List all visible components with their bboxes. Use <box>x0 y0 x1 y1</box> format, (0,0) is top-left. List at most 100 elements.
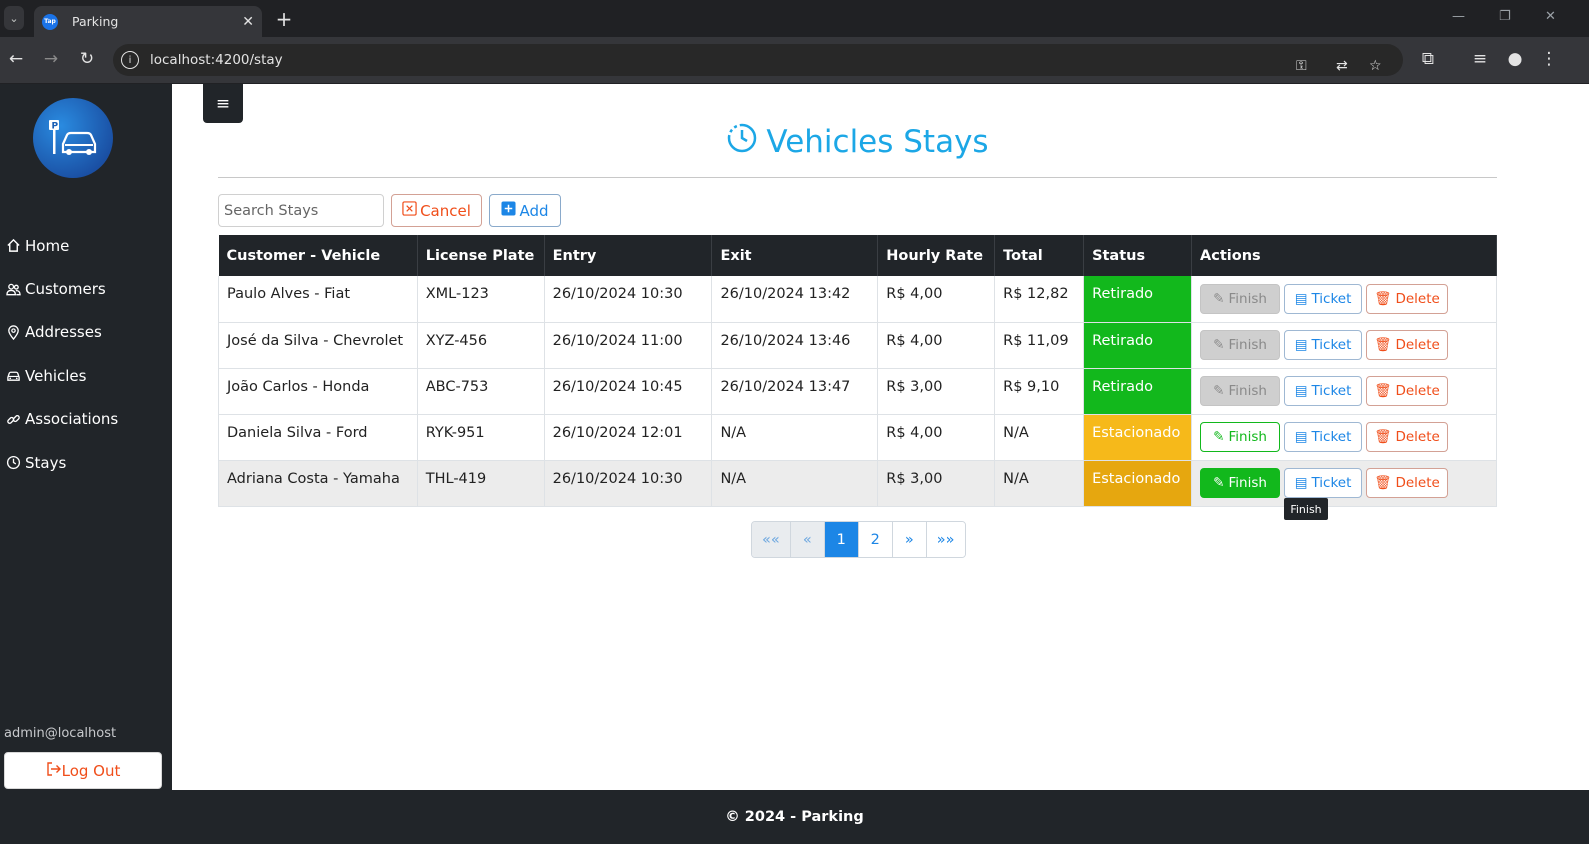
column-header[interactable]: Exit <box>711 235 879 276</box>
total-cell: R$ 11,09 <box>994 322 1085 369</box>
add-button[interactable]: Add <box>489 194 561 227</box>
cancel-label: Cancel <box>420 201 471 220</box>
new-tab-button[interactable]: + <box>272 7 296 31</box>
sidebar-toggle-button[interactable]: ≡ <box>203 84 243 123</box>
bookmark-star-icon[interactable]: ☆ <box>1369 58 1382 74</box>
reading-list-icon[interactable]: ≡ <box>1469 48 1491 70</box>
close-window-icon[interactable]: ✕ <box>1545 9 1556 24</box>
license-plate-cell: THL-419 <box>416 460 545 507</box>
table-row: João Carlos - Honda ABC-753 26/10/2024 1… <box>218 368 1497 415</box>
entry-cell: 26/10/2024 10:30 <box>543 276 713 323</box>
cancel-button[interactable]: Cancel <box>391 194 482 227</box>
url-text[interactable]: localhost:4200/stay <box>150 52 283 68</box>
close-tab-icon[interactable]: ✕ <box>242 14 254 30</box>
next-page-button[interactable]: » <box>892 522 927 557</box>
forward-icon[interactable]: → <box>40 48 62 70</box>
sidebar-item-addresses[interactable]: Addresses <box>0 311 172 354</box>
title-divider <box>218 177 1497 178</box>
ticket-button[interactable]: ▤ Ticket <box>1284 468 1363 498</box>
column-header[interactable]: Hourly Rate <box>877 235 996 276</box>
tab-search-button[interactable]: ⌄ <box>4 6 24 30</box>
column-header[interactable]: License Plate <box>417 235 545 276</box>
total-cell: R$ 9,10 <box>994 368 1085 415</box>
minimize-icon[interactable]: — <box>1452 9 1465 24</box>
extensions-icon[interactable]: ⧉ <box>1417 48 1439 70</box>
finish-label: Finish <box>1228 383 1267 399</box>
entry-cell: 26/10/2024 10:30 <box>543 460 713 507</box>
ticket-button[interactable]: ▤ Ticket <box>1284 376 1363 406</box>
ticket-label: Ticket <box>1311 337 1352 353</box>
customer-vehicle-cell: Daniela Silva - Ford <box>218 414 418 461</box>
sidebar-item-label: Home <box>25 236 70 255</box>
column-header[interactable]: Status <box>1083 235 1193 276</box>
sidebar-item-label: Stays <box>25 453 67 472</box>
delete-button[interactable]: 🗑 Delete <box>1366 422 1449 452</box>
total-cell: N/A <box>994 460 1085 507</box>
finish-button[interactable]: ✎ Finish <box>1200 376 1281 406</box>
profile-icon[interactable]: ● <box>1504 48 1526 70</box>
logout-button[interactable]: Log Out <box>4 752 162 789</box>
status-badge: Retirado <box>1083 368 1193 415</box>
table-row: Daniela Silva - Ford RYK-951 26/10/2024 … <box>218 414 1497 461</box>
first-page-button[interactable]: «« <box>752 522 791 557</box>
finish-button[interactable]: ✎ Finish <box>1200 283 1281 314</box>
finish-button[interactable]: ✎ Finish <box>1200 422 1281 452</box>
column-header: Actions <box>1191 235 1497 276</box>
delete-label: Delete <box>1395 429 1440 445</box>
reload-icon[interactable]: ↻ <box>76 48 98 70</box>
customer-vehicle-cell: Paulo Alves - Fiat <box>218 276 418 323</box>
edit-icon: ✎ <box>1213 383 1225 399</box>
column-header[interactable]: Total <box>994 235 1085 276</box>
column-header[interactable]: Entry <box>544 235 713 276</box>
search-input[interactable] <box>218 194 384 227</box>
delete-button[interactable]: 🗑 Delete <box>1366 376 1449 406</box>
status-badge: Estacionado <box>1083 414 1193 461</box>
last-page-button[interactable]: »» <box>926 522 965 557</box>
sidebar-item-associations[interactable]: Associations <box>0 398 172 441</box>
customer-vehicle-cell: João Carlos - Honda <box>218 368 418 415</box>
finish-label: Finish <box>1228 429 1267 445</box>
hourly-rate-cell: R$ 3,00 <box>877 460 996 507</box>
sidebar-item-home[interactable]: Home <box>0 224 172 267</box>
license-plate-cell: RYK-951 <box>416 414 545 461</box>
ticket-button[interactable]: ▤ Ticket <box>1284 330 1363 360</box>
page-2-button[interactable]: 2 <box>858 522 893 557</box>
finish-tooltip: Finish <box>1284 498 1328 520</box>
actions-cell: ✎ Finish ▤ Ticket 🗑 Delete <box>1191 460 1497 507</box>
sidebar-item-vehicles[interactable]: Vehicles <box>0 354 172 397</box>
link-icon <box>5 411 21 427</box>
site-info-icon[interactable]: i <box>121 51 139 69</box>
back-icon[interactable]: ← <box>5 48 27 70</box>
sidebar-item-customers[interactable]: Customers <box>0 267 172 310</box>
delete-button[interactable]: 🗑 Delete <box>1366 468 1449 498</box>
menu-dots-icon[interactable]: ⋮ <box>1538 48 1560 70</box>
ticket-button[interactable]: ▤ Ticket <box>1284 422 1363 452</box>
sidebar-item-stays[interactable]: Stays <box>0 441 172 484</box>
trash-icon: 🗑 <box>1374 383 1392 399</box>
finish-button[interactable]: ✎ Finish <box>1200 330 1281 360</box>
delete-button[interactable]: 🗑 Delete <box>1366 330 1449 360</box>
password-key-icon[interactable]: ⚿ <box>1296 58 1307 74</box>
translate-icon[interactable]: ⇄ <box>1336 58 1348 74</box>
column-header[interactable]: Customer - Vehicle <box>218 235 418 276</box>
delete-label: Delete <box>1395 383 1440 399</box>
address-bar[interactable]: i localhost:4200/stay ⚿ ⇄ ☆ <box>113 44 1403 76</box>
map-pin-icon <box>5 324 21 340</box>
page-1-button[interactable]: 1 <box>824 522 859 557</box>
browser-tab[interactable]: Tap Parking ✕ <box>34 6 262 37</box>
exit-cell: N/A <box>711 460 879 507</box>
parking-logo: P <box>33 98 113 178</box>
delete-button[interactable]: 🗑 Delete <box>1366 283 1449 314</box>
user-email: admin@localhost <box>4 726 117 741</box>
restore-icon[interactable]: ❐ <box>1499 9 1511 24</box>
ticket-button[interactable]: ▤ Ticket <box>1284 283 1363 314</box>
favicon-icon: Tap <box>42 13 58 30</box>
clock-icon <box>5 455 21 471</box>
users-icon <box>5 281 21 297</box>
previous-page-button[interactable]: « <box>790 522 825 557</box>
finish-button[interactable]: ✎ Finish <box>1200 468 1281 498</box>
customer-vehicle-cell: José da Silva - Chevrolet <box>218 322 418 369</box>
ticket-label: Ticket <box>1311 429 1352 445</box>
hourly-rate-cell: R$ 4,00 <box>877 276 996 323</box>
delete-label: Delete <box>1395 337 1440 353</box>
